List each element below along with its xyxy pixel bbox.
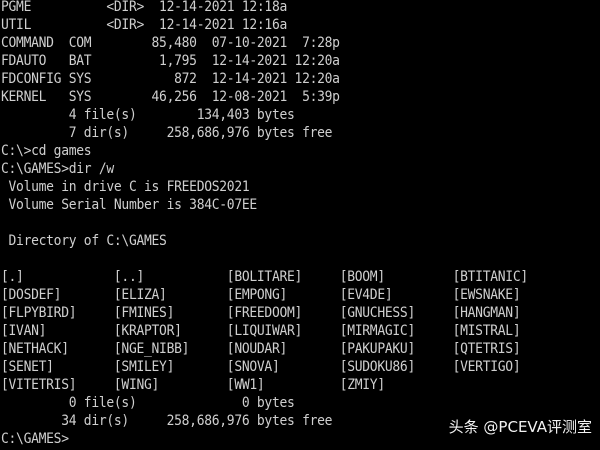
terminal-line-listing-row-4: [IVAN] [KRAPTOR] [LIQUIWAR] [MIRMAGIC] [… xyxy=(1,323,521,340)
terminal-line-directory-of: Directory of C:\GAMES xyxy=(1,233,167,250)
terminal-line-listing-row-7: [VITETRIS] [WING] [WW1] [ZMIY] xyxy=(1,377,385,394)
terminal-line-dir-util: UTIL <DIR> 12-14-2021 12:16a xyxy=(1,17,288,34)
terminal-line-file-count-games: 0 file(s) 0 bytes xyxy=(1,395,295,412)
terminal-line-listing-row-1: [.] [..] [BOLITARE] [BOOM] [BTITANIC] xyxy=(1,269,528,286)
terminal-line-file-command: COMMAND COM 85,480 07-10-2021 7:28p xyxy=(1,35,340,52)
terminal-line-volume-label: Volume in drive C is FREEDOS2021 xyxy=(1,179,250,196)
terminal-line-file-fdconfig: FDCONFIG SYS 872 12-14-2021 12:20a xyxy=(1,71,340,88)
terminal-line-dir-count-games: 34 dir(s) 258,686,976 bytes free xyxy=(1,413,333,430)
dos-terminal-screen[interactable]: PGME <DIR> 12-14-2021 12:18a UTIL <DIR> … xyxy=(0,0,600,450)
terminal-line-dir-command: C:\GAMES>dir /w xyxy=(1,161,114,178)
terminal-line-dir-pgme: PGME <DIR> 12-14-2021 12:18a xyxy=(1,0,288,16)
terminal-line-listing-row-6: [SENET] [SMILEY] [SNOVA] [SUDOKU86] [VER… xyxy=(1,359,521,376)
terminal-line-cd-command: C:\>cd games xyxy=(1,143,92,160)
terminal-line-file-kernel: KERNEL SYS 46,256 12-08-2021 5:39p xyxy=(1,89,340,106)
terminal-line-dir-count: 7 dir(s) 258,686,976 bytes free xyxy=(1,125,333,142)
terminal-line-volume-serial: Volume Serial Number is 384C-07EE xyxy=(1,197,258,214)
terminal-prompt[interactable]: C:\GAMES> xyxy=(1,430,69,449)
terminal-line-listing-row-2: [DOSDEF] [ELIZA] [EMPONG] [EV4DE] [EWSNA… xyxy=(1,287,521,304)
terminal-line-file-count: 4 file(s) 134,403 bytes xyxy=(1,107,295,124)
terminal-line-file-fdauto: FDAUTO BAT 1,795 12-14-2021 12:20a xyxy=(1,53,340,70)
watermark-label: 头条 @PCEVA评测室 xyxy=(448,418,592,436)
terminal-line-listing-row-5: [NETHACK] [NGE_NIBB] [NOUDAR] [PAKUPAKU]… xyxy=(1,341,521,358)
terminal-line-listing-row-3: [FLPYBIRD] [FMINES] [FREEDOOM] [GNUCHESS… xyxy=(1,305,521,322)
